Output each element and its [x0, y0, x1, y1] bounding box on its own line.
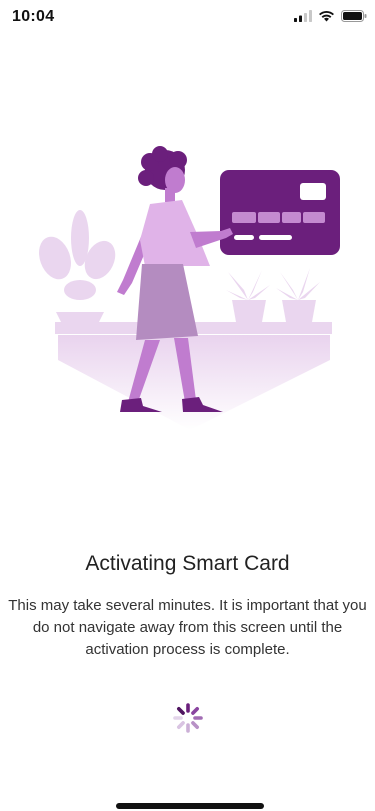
smart-card-activation-illustration [39, 146, 340, 430]
status-bar: 10:04 [0, 0, 375, 36]
activation-title: Activating Smart Card [85, 552, 290, 575]
loading-spinner-icon [173, 703, 203, 733]
cellular-signal-icon [294, 10, 312, 22]
activation-message: This may take several minutes. It is imp… [8, 597, 367, 658]
home-indicator[interactable] [116, 803, 264, 809]
wifi-icon [319, 10, 334, 22]
plant-left-graphic [39, 210, 116, 324]
battery-icon [341, 10, 367, 22]
status-time: 10:04 [12, 8, 55, 25]
status-icons [294, 10, 367, 22]
plant-pots-graphic [226, 268, 320, 322]
smart-card-graphic [220, 170, 340, 255]
